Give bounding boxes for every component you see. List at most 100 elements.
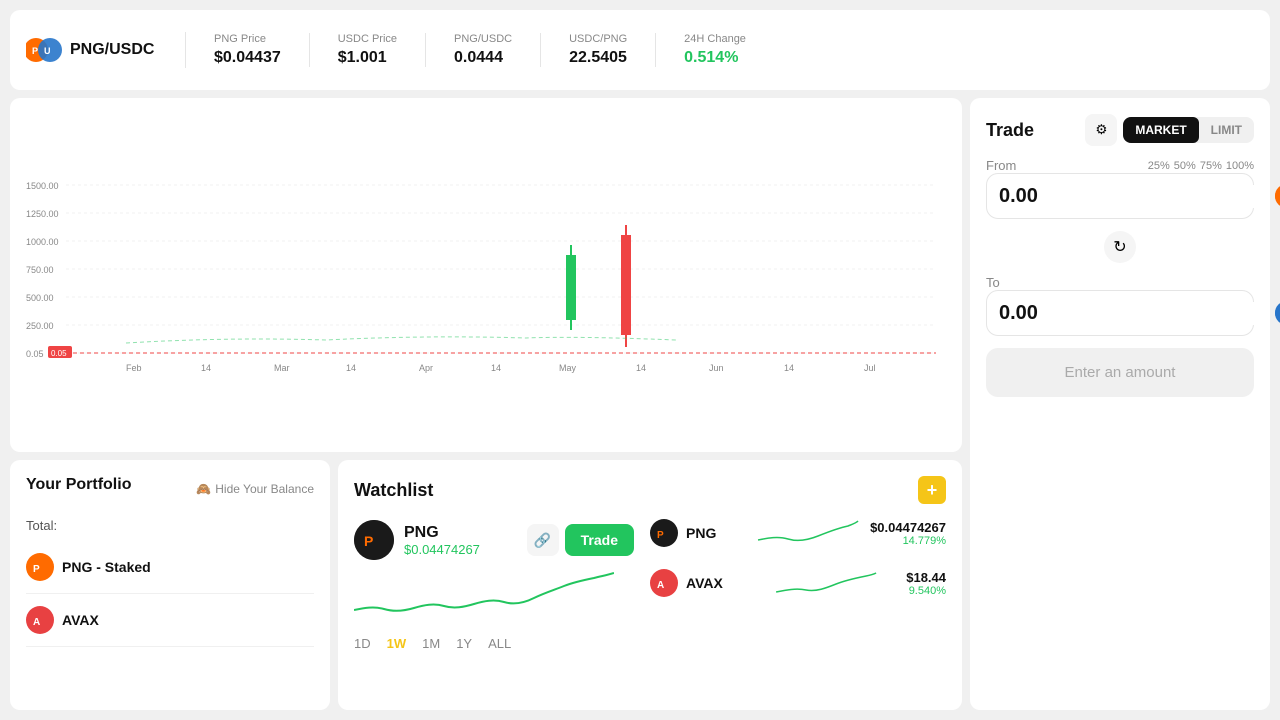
market-limit-toggle: MARKET LIMIT <box>1123 117 1254 143</box>
to-token-icon: $ <box>1275 301 1280 325</box>
png-mini-chart-svg <box>354 568 614 623</box>
pct-50-btn[interactable]: 50% <box>1174 160 1196 172</box>
watchlist-content: P PNG $0.04474267 🔗 Trade <box>354 512 946 651</box>
to-amount-input[interactable] <box>999 302 1267 325</box>
avax-icon: A <box>26 606 54 634</box>
watchlist-png-info: PNG $0.04474267 <box>404 524 480 557</box>
total-row: Total: <box>26 510 314 541</box>
settings-button[interactable]: ⚙ <box>1085 114 1117 146</box>
wl-png-change: 14.779% <box>870 535 946 547</box>
svg-text:500.00: 500.00 <box>26 293 54 303</box>
trade-header-right: ⚙ MARKET LIMIT <box>1085 114 1254 146</box>
hide-balance-btn[interactable]: 🙈 Hide Your Balance <box>196 482 314 496</box>
watchlist-link-btn[interactable]: 🔗 <box>527 524 559 556</box>
limit-btn[interactable]: LIMIT <box>1199 117 1254 143</box>
svg-text:U: U <box>44 46 51 56</box>
svg-text:14: 14 <box>491 363 501 373</box>
svg-text:Feb: Feb <box>126 363 142 373</box>
pair-icon: P U <box>26 32 62 68</box>
svg-text:0.05: 0.05 <box>51 349 67 358</box>
png-usdc-label: PNG/USDC <box>454 33 512 45</box>
wl-avax-price-val: $18.44 <box>906 570 946 585</box>
time-1d[interactable]: 1D <box>354 636 371 651</box>
change-label: 24H Change <box>684 33 746 45</box>
svg-text:A: A <box>657 580 664 591</box>
gear-icon: ⚙ <box>1095 122 1107 138</box>
svg-text:P: P <box>33 564 40 575</box>
from-token-selector[interactable]: P PNG ▼ <box>1275 184 1280 208</box>
svg-text:P: P <box>657 530 664 541</box>
to-text: To <box>986 275 1000 290</box>
svg-text:Jul: Jul <box>864 363 876 373</box>
time-1w[interactable]: 1W <box>387 636 407 651</box>
main-content: 1500.00 1250.00 1000.00 750.00 500.00 25… <box>10 98 1270 710</box>
to-input-row: $ USDC ▼ <box>986 290 1254 336</box>
svg-text:Apr: Apr <box>419 363 433 373</box>
watchlist-png-name: PNG <box>404 524 480 542</box>
svg-text:P: P <box>364 533 373 549</box>
svg-text:750.00: 750.00 <box>26 265 54 275</box>
market-btn[interactable]: MARKET <box>1123 117 1198 143</box>
usdc-png-label: USDC/PNG <box>569 33 627 45</box>
from-section: From 25% 50% 75% 100% P <box>986 158 1254 219</box>
from-token-icon: P <box>1275 184 1280 208</box>
total-label: Total: <box>26 518 57 533</box>
swap-icon-row: ↻ <box>986 231 1254 263</box>
from-input-row: P PNG ▼ <box>986 173 1254 219</box>
svg-text:0.05: 0.05 <box>26 349 44 359</box>
wl-png-icon: P <box>650 519 678 547</box>
trade-header: Trade ⚙ MARKET LIMIT <box>986 114 1254 146</box>
pct-75-btn[interactable]: 75% <box>1200 160 1222 172</box>
to-token-selector[interactable]: $ USDC ▼ <box>1275 301 1280 325</box>
svg-text:250.00: 250.00 <box>26 321 54 331</box>
wl-avax-price-block: $18.44 9.540% <box>906 570 946 597</box>
change-value: 0.514% <box>684 49 746 67</box>
svg-text:1500.00: 1500.00 <box>26 181 59 191</box>
percent-buttons: 25% 50% 75% 100% <box>1148 160 1254 172</box>
time-1m[interactable]: 1M <box>422 636 440 651</box>
svg-text:May: May <box>559 363 577 373</box>
trade-panel: Trade ⚙ MARKET LIMIT From 25% <box>970 98 1270 710</box>
wl-png-price-block: $0.04474267 14.779% <box>870 520 946 547</box>
png-price-value: $0.04437 <box>214 49 281 67</box>
svg-text:14: 14 <box>784 363 794 373</box>
swap-button[interactable]: ↻ <box>1104 231 1136 263</box>
portfolio-item-png-staked: P PNG - Staked <box>26 541 314 594</box>
to-label-row: To <box>986 275 1254 290</box>
enter-amount-btn[interactable]: Enter an amount <box>986 348 1254 397</box>
usdc-png-value: 22.5405 <box>569 49 627 67</box>
time-all[interactable]: ALL <box>488 636 511 651</box>
avax-sparkline <box>754 568 898 598</box>
watchlist-panel: Watchlist + P <box>338 460 962 710</box>
portfolio-item-avax: A AVAX <box>26 594 314 647</box>
time-1y[interactable]: 1Y <box>456 636 472 651</box>
to-section: To $ USDC ▼ <box>986 275 1254 336</box>
svg-text:1000.00: 1000.00 <box>26 237 59 247</box>
from-text: From <box>986 158 1016 173</box>
usdc-price-value: $1.001 <box>338 49 397 67</box>
trade-title: Trade <box>986 120 1034 141</box>
pair-info: P U PNG/USDC <box>26 32 186 68</box>
pair-title: PNG/USDC <box>70 41 154 59</box>
png-usdc-item: PNG/USDC 0.0444 <box>426 33 541 67</box>
watchlist-right-list: P PNG $0.04474267 14.779% <box>650 512 946 651</box>
png-price-label: PNG Price <box>214 33 281 45</box>
chart-container: 1500.00 1250.00 1000.00 750.00 500.00 25… <box>10 98 962 452</box>
svg-text:14: 14 <box>201 363 211 373</box>
time-filters: 1D 1W 1M 1Y ALL <box>354 636 634 651</box>
wl-row-png: P PNG $0.04474267 14.779% <box>650 512 946 554</box>
change-item: 24H Change 0.514% <box>656 33 774 67</box>
watchlist-trade-btn[interactable]: Trade <box>565 524 634 556</box>
pct-25-btn[interactable]: 25% <box>1148 160 1170 172</box>
watchlist-featured-item: P PNG $0.04474267 🔗 Trade <box>354 512 634 568</box>
add-watchlist-btn[interactable]: + <box>918 476 946 504</box>
wl-avax-name: AVAX <box>686 575 746 591</box>
from-amount-input[interactable] <box>999 185 1267 208</box>
png-staked-icon: P <box>26 553 54 581</box>
wl-png-price-val: $0.04474267 <box>870 520 946 535</box>
watchlist-png-price: $0.04474267 <box>404 542 480 557</box>
pct-100-btn[interactable]: 100% <box>1226 160 1254 172</box>
watchlist-header: Watchlist + <box>354 476 946 504</box>
wl-avax-icon: A <box>650 569 678 597</box>
svg-text:Jun: Jun <box>709 363 724 373</box>
